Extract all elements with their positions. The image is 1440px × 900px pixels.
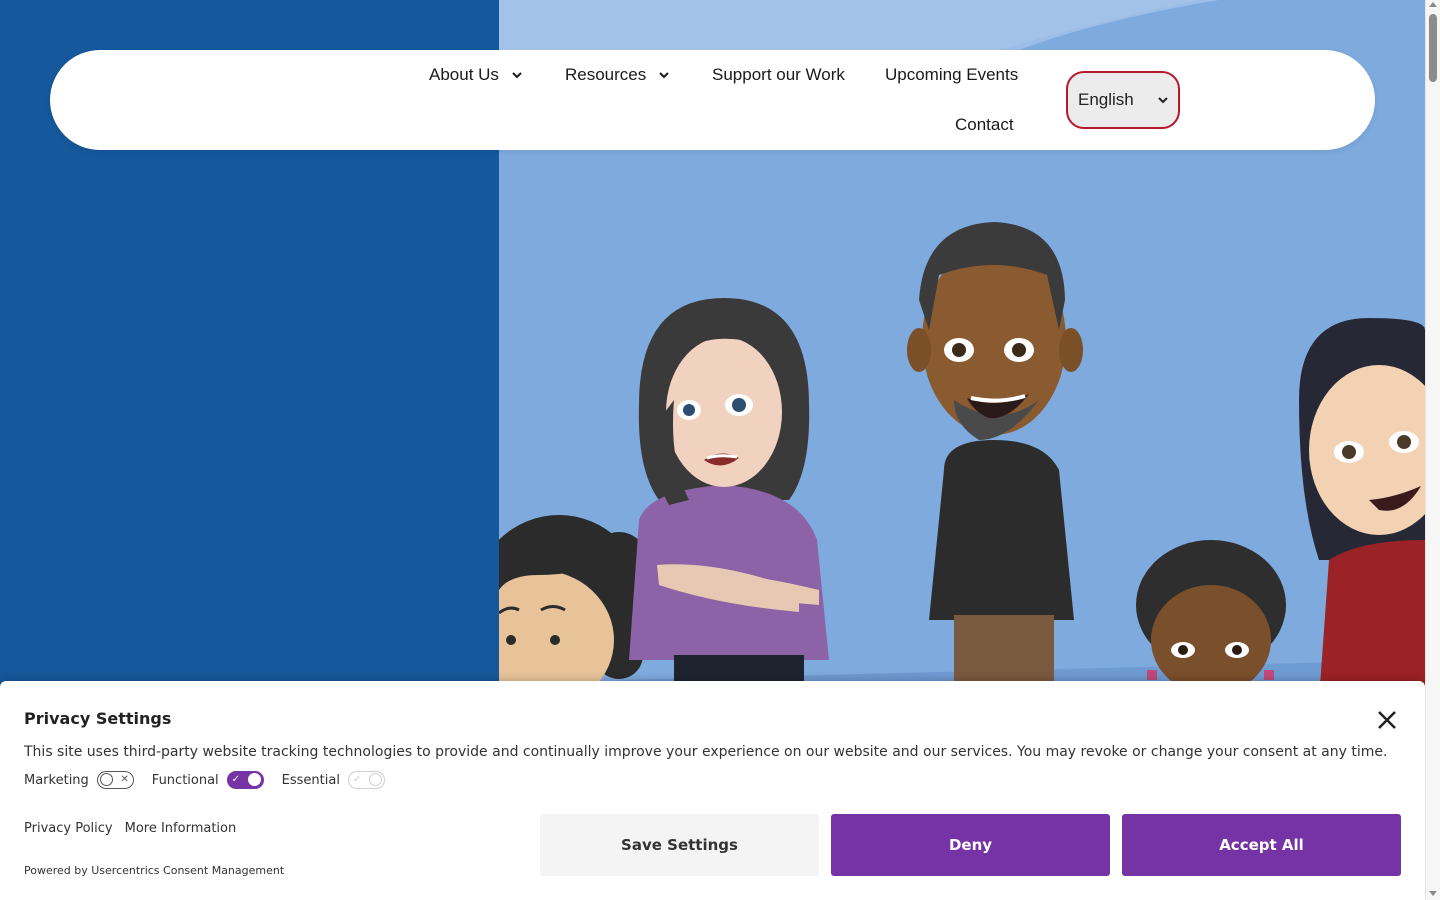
language-select[interactable]: English <box>1066 71 1180 129</box>
toggle-label: Marketing <box>24 772 89 788</box>
scroll-down-icon[interactable] <box>1429 891 1437 896</box>
check-icon: ✓ <box>231 774 241 785</box>
marketing-toggle[interactable]: ✕ <box>96 771 134 789</box>
toggle-label: Functional <box>151 772 219 788</box>
more-information-link[interactable]: More Information <box>125 821 237 836</box>
deny-button[interactable]: Deny <box>831 814 1110 876</box>
language-select-value: English <box>1078 90 1134 109</box>
toggle-label: Essential <box>281 772 340 788</box>
toggle-functional: Functional ✓ <box>152 771 264 789</box>
nav-item-upcoming-events[interactable]: Upcoming Events <box>885 65 1018 85</box>
page-scrollbar[interactable] <box>1425 0 1440 900</box>
nav-item-label: Support our Work <box>712 65 845 84</box>
consent-toggles: Marketing ✕ Functional ✓ Essential ✓ <box>24 771 403 789</box>
main-navigation: About Us Resources Support our Work Upco… <box>50 50 1375 150</box>
x-icon: ✕ <box>120 774 129 785</box>
toggle-essential: Essential ✓ <box>282 771 385 789</box>
woman-purple-sweater <box>629 298 829 695</box>
nav-item-label: Upcoming Events <box>885 65 1019 84</box>
chevron-down-icon <box>1158 97 1168 104</box>
consent-description: This site uses third-party website track… <box>24 744 1388 760</box>
essential-toggle: ✓ <box>347 771 385 789</box>
nav-item-label: Contact <box>955 115 1014 134</box>
accept-all-button[interactable]: Accept All <box>1122 814 1401 876</box>
powered-by-text: Powered by Usercentrics Consent Manageme… <box>24 864 285 877</box>
save-settings-button[interactable]: Save Settings <box>540 814 819 876</box>
nav-item-label: Resources <box>565 65 647 84</box>
scroll-up-icon[interactable] <box>1429 2 1437 7</box>
man-black-sweater <box>907 222 1083 700</box>
privacy-consent-banner: Privacy Settings This site uses third-pa… <box>0 681 1425 900</box>
close-icon[interactable] <box>1376 709 1398 731</box>
scrollbar-thumb[interactable] <box>1429 14 1437 82</box>
nav-item-support-our-work[interactable]: Support our Work <box>712 65 845 85</box>
nav-item-about-us[interactable]: About Us <box>429 65 523 85</box>
privacy-policy-link[interactable]: Privacy Policy <box>24 821 113 836</box>
chevron-down-icon <box>659 72 669 79</box>
consent-links: Privacy Policy More Information <box>24 821 236 836</box>
nav-item-resources[interactable]: Resources <box>565 65 670 85</box>
woman-red-top <box>1299 318 1425 700</box>
consent-title: Privacy Settings <box>24 709 172 728</box>
chevron-down-icon <box>512 72 522 79</box>
page: About Us Resources Support our Work Upco… <box>0 0 1425 900</box>
toggle-marketing: Marketing ✕ <box>24 771 134 789</box>
check-icon: ✓ <box>352 774 362 785</box>
nav-item-contact[interactable]: Contact <box>955 115 1014 135</box>
nav-item-label: About Us <box>429 65 499 84</box>
functional-toggle[interactable]: ✓ <box>226 771 264 789</box>
